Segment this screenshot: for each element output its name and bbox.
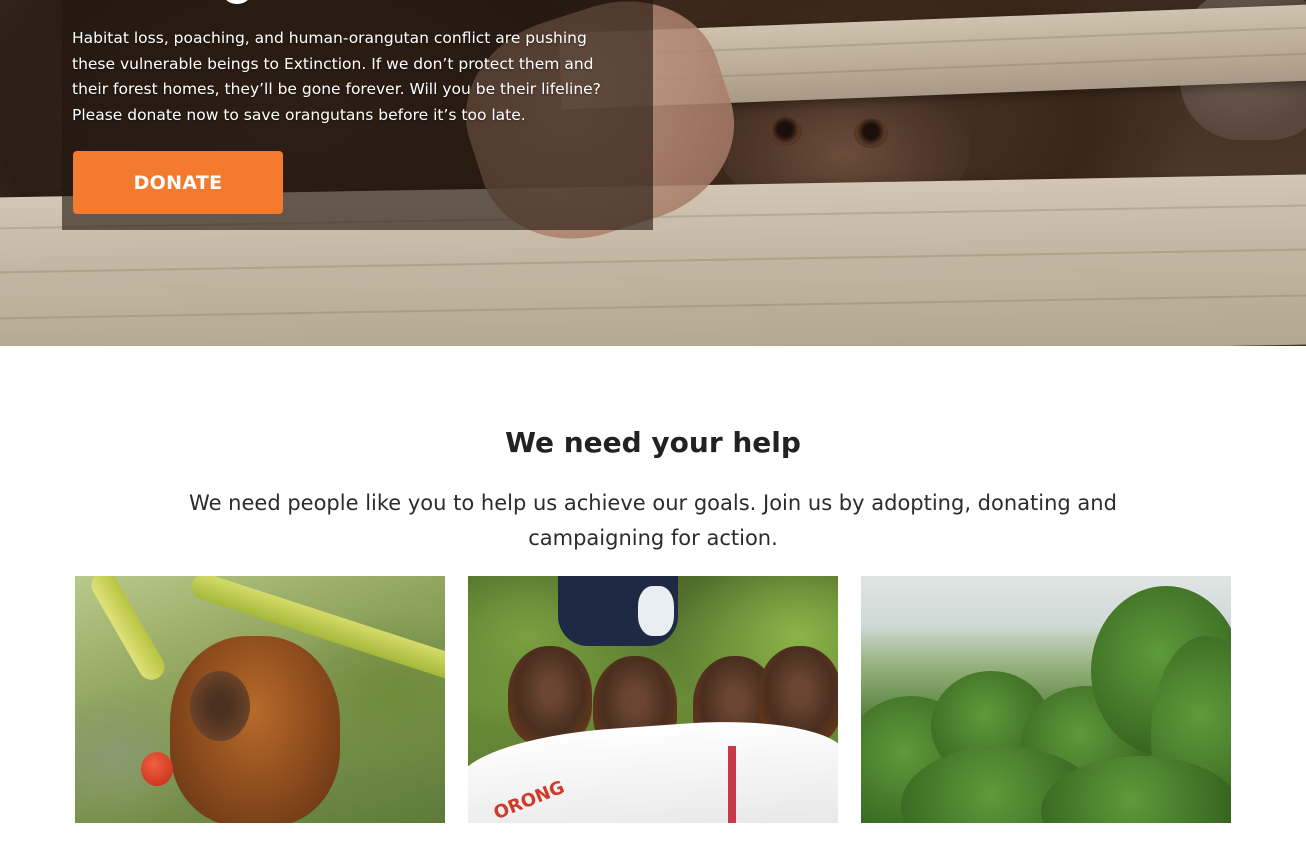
hero-body-text: Habitat loss, poaching, and human-orangu… (72, 29, 601, 124)
hero-section: Habitat loss, poaching, and human-orangu… (0, 0, 1306, 346)
card-donate-photo[interactable]: ORONG (468, 576, 838, 823)
help-section: We need your help We need people like yo… (0, 346, 1306, 841)
card-row: ORONG (75, 576, 1231, 823)
donate-button[interactable]: DONATE (73, 151, 283, 214)
card-adopt-photo[interactable] (75, 576, 445, 823)
orangutan-figure (170, 636, 340, 823)
section-title: We need your help (505, 426, 801, 459)
section-subtitle: We need people like you to help us achie… (189, 491, 1117, 550)
card-campaign-photo[interactable] (861, 576, 1231, 823)
hero-heading-cut-off (222, 0, 252, 4)
